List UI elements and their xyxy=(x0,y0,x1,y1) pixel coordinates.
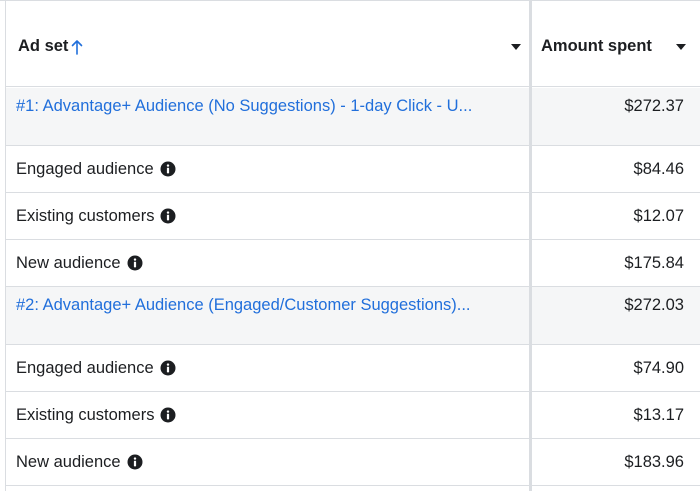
ad-set-link[interactable]: #1: Advantage+ Audience (No Suggestions)… xyxy=(16,97,472,116)
amount-spent-cell: $183.96 xyxy=(529,439,700,485)
amount-spent-value: $175.84 xyxy=(624,253,684,272)
column-resize-handle[interactable] xyxy=(529,1,532,491)
info-icon[interactable] xyxy=(127,255,143,271)
audience-breakdown-row: Engaged audience $84.46 xyxy=(6,146,700,193)
audience-label: New audience xyxy=(16,452,121,471)
audience-label-wrap: New audience xyxy=(16,254,143,273)
ad-set-table: Ad set Amount spent #1: Advantage+ Audie… xyxy=(0,0,700,491)
arrow-up-icon[interactable] xyxy=(71,39,83,55)
ad-set-cell: New audience xyxy=(6,439,529,485)
audience-label: Existing customers xyxy=(16,405,155,424)
ad-set-cell: #2: Advantage+ Audience (Engaged/Custome… xyxy=(6,287,529,344)
ad-set-group-row: #1: Advantage+ Audience (No Suggestions)… xyxy=(6,88,700,146)
ad-set-column-header[interactable]: Ad set xyxy=(6,7,529,86)
caret-down-icon[interactable] xyxy=(511,43,521,50)
amount-spent-header-text: Amount spent xyxy=(541,37,652,55)
audience-breakdown-row: Existing customers $13.17 xyxy=(6,392,700,439)
audience-label: New audience xyxy=(16,253,121,272)
audience-label-wrap: Engaged audience xyxy=(16,160,176,179)
ad-set-cell: Engaged audience xyxy=(6,146,529,192)
ad-set-header-label[interactable]: Ad set xyxy=(18,37,83,56)
amount-spent-value: $13.17 xyxy=(633,405,684,424)
ad-set-cell: Existing customers xyxy=(6,392,529,438)
amount-spent-value: $74.90 xyxy=(633,358,684,377)
ad-set-cell: #1: Advantage+ Audience (No Suggestions)… xyxy=(6,88,529,145)
audience-breakdown-row: New audience $175.84 xyxy=(6,240,700,287)
audience-label-wrap: New audience xyxy=(16,453,143,472)
audience-breakdown-row: Engaged audience $74.90 xyxy=(6,345,700,392)
amount-spent-value: $272.37 xyxy=(624,97,684,115)
amount-spent-cell: $175.84 xyxy=(529,240,700,286)
ad-set-link[interactable]: #2: Advantage+ Audience (Engaged/Custome… xyxy=(16,296,471,315)
amount-spent-cell: $12.07 xyxy=(529,193,700,239)
audience-label: Existing customers xyxy=(16,206,155,225)
amount-spent-value: $12.07 xyxy=(633,206,684,225)
audience-breakdown-row: New audience $183.96 xyxy=(6,439,700,486)
info-icon[interactable] xyxy=(160,407,176,423)
amount-spent-cell: $74.90 xyxy=(529,345,700,391)
amount-spent-cell: $84.46 xyxy=(529,146,700,192)
amount-spent-cell: $13.17 xyxy=(529,392,700,438)
info-icon[interactable] xyxy=(160,360,176,376)
info-icon[interactable] xyxy=(127,454,143,470)
audience-label-wrap: Existing customers xyxy=(16,207,176,226)
table-header-row: Ad set Amount spent xyxy=(6,7,700,87)
audience-label-wrap: Existing customers xyxy=(16,406,176,425)
info-icon[interactable] xyxy=(160,161,176,177)
caret-down-icon[interactable] xyxy=(676,43,686,50)
amount-spent-value: $272.03 xyxy=(624,296,684,314)
amount-spent-cell: $272.03 xyxy=(529,287,700,344)
amount-spent-cell: $272.37 xyxy=(529,88,700,145)
info-icon[interactable] xyxy=(160,208,176,224)
ad-set-cell: New audience xyxy=(6,240,529,286)
amount-spent-column-header[interactable]: Amount spent xyxy=(529,7,700,86)
ad-set-cell: Existing customers xyxy=(6,193,529,239)
ad-set-header-text: Ad set xyxy=(18,37,69,55)
ad-set-cell: Engaged audience xyxy=(6,345,529,391)
audience-label: Engaged audience xyxy=(16,358,154,377)
audience-label: Engaged audience xyxy=(16,159,154,178)
audience-breakdown-row: Existing customers $12.07 xyxy=(6,193,700,240)
audience-label-wrap: Engaged audience xyxy=(16,359,176,378)
amount-spent-value: $183.96 xyxy=(624,452,684,471)
amount-spent-value: $84.46 xyxy=(633,159,684,178)
ad-set-group-row: #2: Advantage+ Audience (Engaged/Custome… xyxy=(6,287,700,345)
